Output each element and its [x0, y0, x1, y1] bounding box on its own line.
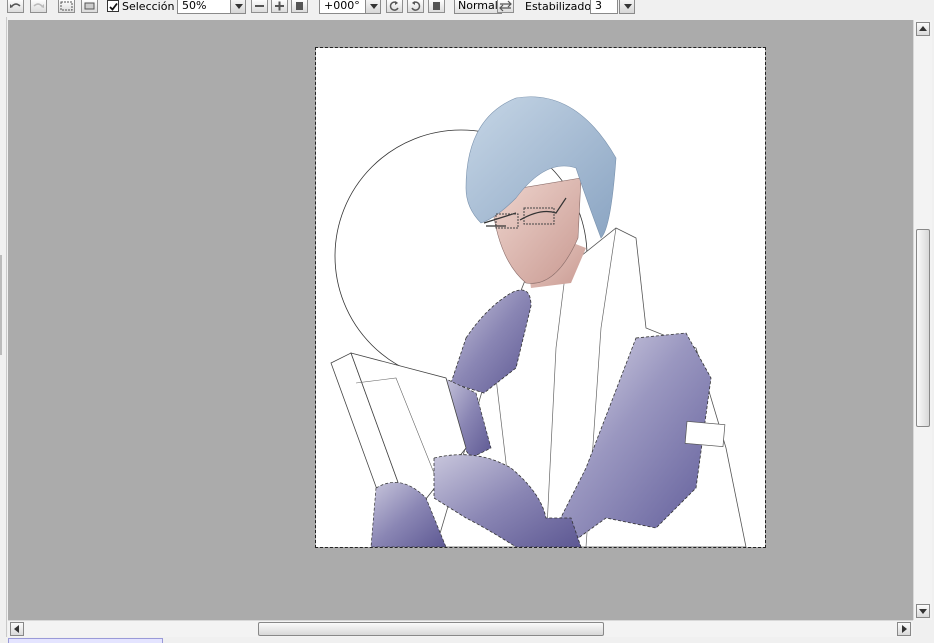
selection-checkbox[interactable]	[107, 0, 119, 12]
drawing-canvas[interactable]	[315, 47, 766, 548]
rotation-field[interactable]: +000°	[319, 0, 369, 14]
zoom-field[interactable]: 50%	[177, 0, 231, 14]
horizontal-scroll-thumb[interactable]	[258, 622, 604, 636]
undo-icon	[10, 3, 21, 8]
rotate-reset-button[interactable]	[428, 0, 445, 13]
character-illustration	[330, 96, 747, 547]
zoom-reset-button[interactable]	[291, 0, 308, 13]
scroll-left-button[interactable]	[10, 622, 24, 636]
rotate-right-button[interactable]	[407, 0, 424, 13]
scroll-right-button[interactable]	[897, 622, 911, 636]
vertical-scrollbar[interactable]	[913, 20, 932, 620]
selection-label: Selección	[122, 0, 175, 13]
stabilizer-dropdown-button[interactable]	[619, 0, 635, 14]
scroll-down-button[interactable]	[916, 604, 930, 618]
blend-mode-button[interactable]: Normal	[454, 0, 502, 14]
scroll-up-button[interactable]	[916, 22, 930, 36]
rotate-left-button[interactable]	[386, 0, 403, 13]
stabilizer-label: Estabilizador	[525, 0, 596, 13]
zoom-in-button[interactable]	[271, 0, 288, 13]
canvas-tab[interactable]	[8, 638, 163, 643]
redo-button[interactable]	[30, 0, 47, 13]
rotate-left-icon	[389, 1, 399, 11]
zoom-reset-icon	[296, 2, 303, 10]
vertical-scroll-thumb[interactable]	[916, 229, 930, 427]
transform-icon	[84, 2, 95, 10]
side-panel-edge	[0, 255, 2, 355]
horizontal-scrollbar[interactable]	[8, 620, 913, 637]
select-layer-button[interactable]	[58, 0, 75, 13]
flip-button[interactable]	[497, 0, 514, 13]
select-layer-icon	[60, 1, 73, 11]
main-toolbar: Selección 50% +000° Normal Estabilizador…	[0, 0, 934, 15]
rotation-dropdown-button[interactable]	[365, 0, 381, 14]
rotate-right-icon	[411, 1, 421, 11]
transform-button[interactable]	[81, 0, 98, 13]
checkmark-icon	[109, 2, 118, 11]
zoom-dropdown-button[interactable]	[230, 0, 246, 14]
zoom-out-button[interactable]	[251, 0, 268, 13]
zoom-out-icon	[255, 5, 264, 7]
zoom-in-icon	[275, 1, 284, 11]
rotate-reset-icon	[433, 2, 440, 10]
redo-icon	[33, 3, 44, 8]
undo-button[interactable]	[7, 0, 24, 13]
flip-icon	[499, 0, 512, 12]
stabilizer-field[interactable]: 3	[590, 0, 618, 14]
